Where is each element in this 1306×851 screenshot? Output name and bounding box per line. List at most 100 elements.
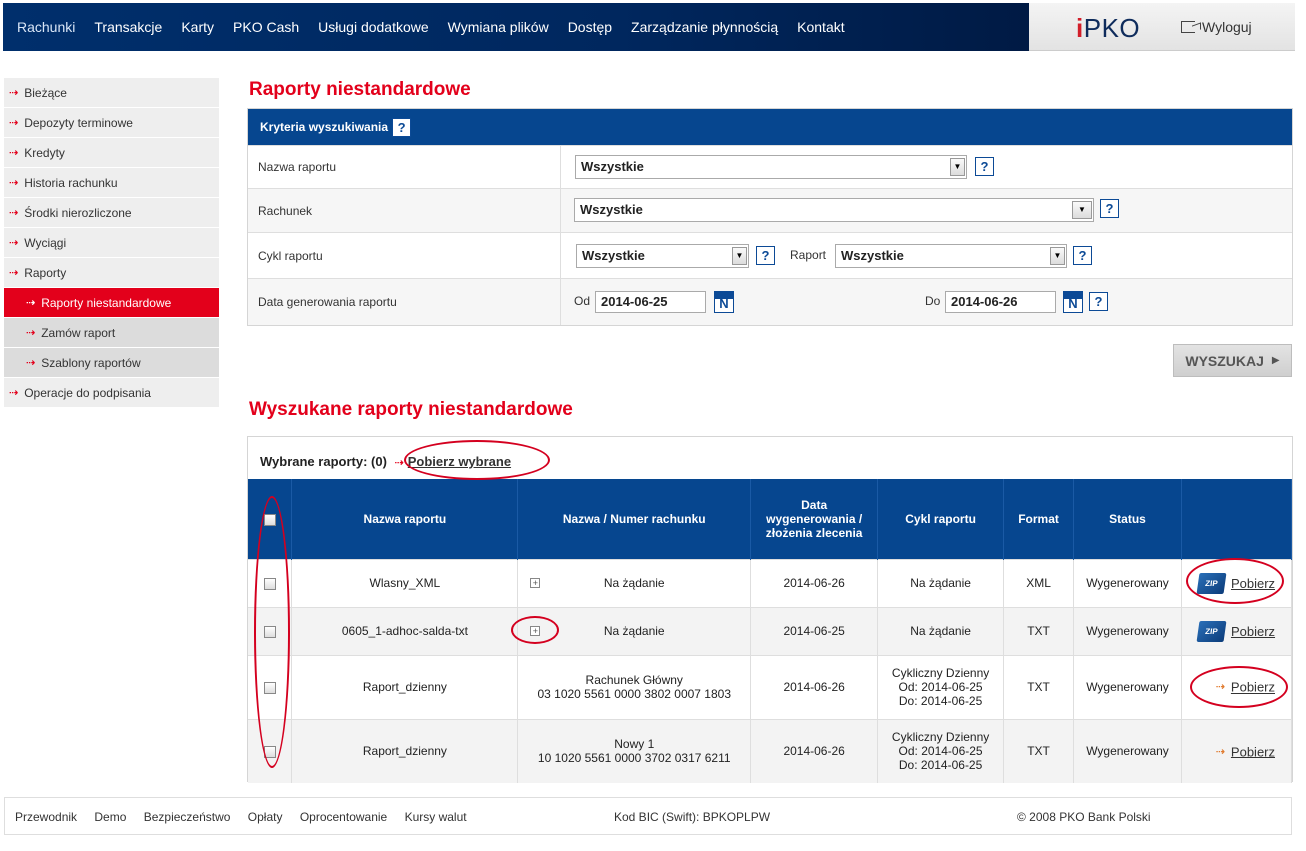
select-all-checkbox[interactable] bbox=[263, 513, 276, 526]
logout-label: Wyloguj bbox=[1202, 19, 1252, 35]
date-label: Data generowania raportu bbox=[258, 295, 397, 309]
help-icon[interactable]: ? bbox=[1073, 246, 1092, 265]
report-name-cell: 0605_1-adhoc-salda-txt bbox=[291, 606, 519, 655]
sidebar-item-kredyty[interactable]: ⇢ Kredyty bbox=[4, 138, 219, 168]
select-all-header bbox=[248, 479, 293, 559]
sidebar-item-raporty-niestandardowe[interactable]: ⇢ Raporty niestandardowe bbox=[4, 288, 219, 318]
download-link[interactable]: Pobierz bbox=[1231, 744, 1275, 759]
calendar-icon[interactable]: N bbox=[1063, 291, 1083, 313]
expand-icon[interactable]: + bbox=[530, 626, 541, 636]
sidebar-item-operacje[interactable]: ⇢ Operacje do podpisania bbox=[4, 378, 219, 408]
status-cell: Wygenerowany bbox=[1073, 606, 1182, 655]
report-name-cell: Raport_dzienny bbox=[291, 718, 519, 783]
download-link[interactable]: Pobierz bbox=[1231, 680, 1275, 695]
table-row: 0605_1-adhoc-salda-txt + Na żądanie 2014-… bbox=[248, 606, 1293, 655]
cycle-select[interactable]: Wszystkie ▼ bbox=[576, 244, 749, 268]
nav-dostep[interactable]: Dostęp bbox=[568, 19, 612, 35]
nav-zarzadzanie-plynnoscia[interactable]: Zarządzanie płynnością bbox=[631, 19, 778, 35]
table-row: Raport_dzienny Rachunek Główny 03 1020 55… bbox=[248, 654, 1293, 719]
arrow-right-icon: ⇢ bbox=[26, 297, 36, 309]
table-row: Wlasny_XML + Na żądanie 2014-06-26 Na żąd… bbox=[248, 558, 1293, 607]
footer-link-oprocentowanie[interactable]: Oprocentowanie bbox=[300, 810, 387, 824]
help-icon[interactable]: ? bbox=[1089, 292, 1108, 311]
sidebar-item-zamow-raport[interactable]: ⇢ Zamów raport bbox=[4, 318, 219, 348]
status-cell: Wygenerowany bbox=[1073, 718, 1182, 783]
chevron-down-icon: ▼ bbox=[732, 247, 747, 265]
footer-link-bezpieczenstwo[interactable]: Bezpieczeństwo bbox=[144, 810, 231, 824]
search-button-label: WYSZUKAJ bbox=[1185, 352, 1264, 369]
col-generated-date: Data wygenerowania / złożenia zlecenia bbox=[750, 479, 879, 559]
nav-wymiana-plikow[interactable]: Wymiana plików bbox=[448, 19, 549, 35]
nav-uslugi-dodatkowe[interactable]: Usługi dodatkowe bbox=[318, 19, 429, 35]
nav-transakcje[interactable]: Transakcje bbox=[94, 19, 162, 35]
footer-bic: Kod BIC (Swift): BPKOPLPW bbox=[614, 810, 771, 824]
logout-button[interactable]: Wyloguj bbox=[1181, 19, 1252, 35]
col-report-name: Nazwa raportu bbox=[291, 479, 519, 559]
help-icon[interactable]: ? bbox=[1100, 199, 1119, 218]
nav-pko-cash[interactable]: PKO Cash bbox=[233, 19, 299, 35]
footer-link-kursy-walut[interactable]: Kursy walut bbox=[405, 810, 467, 824]
nav-kontakt[interactable]: Kontakt bbox=[797, 19, 844, 35]
arrow-right-icon: ⇢ bbox=[26, 357, 36, 369]
chevron-down-icon: ▼ bbox=[950, 158, 965, 176]
footer-link-demo[interactable]: Demo bbox=[94, 810, 126, 824]
table-row: Raport_dzienny Nowy 1 10 1020 5561 0000 3… bbox=[248, 718, 1293, 783]
nav-karty[interactable]: Karty bbox=[181, 19, 214, 35]
row-checkbox[interactable] bbox=[263, 625, 276, 638]
row-checkbox[interactable] bbox=[263, 746, 276, 759]
sidebar-item-srodki[interactable]: ⇢ Środki nierozliczone bbox=[4, 198, 219, 228]
footer: Przewodnik Demo Bezpieczeństwo Opłaty Op… bbox=[4, 797, 1292, 835]
report-name-select[interactable]: Wszystkie ▼ bbox=[575, 155, 967, 179]
top-nav: Rachunki Transakcje Karty PKO Cash Usług… bbox=[17, 3, 864, 51]
download-link[interactable]: Pobierz bbox=[1231, 624, 1275, 639]
sidebar-item-raporty[interactable]: ⇢ Raporty bbox=[4, 258, 219, 288]
row-checkbox-cell bbox=[248, 654, 293, 719]
arrow-right-icon: ⇢ bbox=[9, 147, 19, 159]
calendar-icon[interactable]: N bbox=[714, 291, 734, 313]
status-cell: Wygenerowany bbox=[1073, 654, 1182, 719]
download-link[interactable]: Pobierz bbox=[1231, 576, 1275, 591]
col-status: Status bbox=[1073, 479, 1182, 559]
zip-file-icon: ZIP bbox=[1196, 572, 1227, 594]
arrow-right-icon: ⇢ bbox=[9, 87, 19, 99]
account-cell: + Na żądanie bbox=[517, 558, 752, 607]
format-cell: TXT bbox=[1003, 606, 1075, 655]
account-select[interactable]: Wszystkie ▼ bbox=[574, 198, 1094, 222]
sidebar-item-depozyty[interactable]: ⇢ Depozyty terminowe bbox=[4, 108, 219, 138]
sidebar-item-biezace[interactable]: ⇢ Bieżące bbox=[4, 78, 219, 108]
search-button[interactable]: WYSZUKAJ ▶ bbox=[1173, 344, 1292, 377]
cycle-cell: Cykliczny Dzienny Od: 2014-06-25 Do: 2014-… bbox=[877, 718, 1005, 783]
row-checkbox-cell bbox=[248, 558, 293, 607]
table-header-row: Nazwa raportu Nazwa / Numer rachunku Dat… bbox=[248, 479, 1293, 559]
help-icon[interactable]: ? bbox=[975, 157, 994, 176]
selected-count: Wybrane raporty: (0) bbox=[260, 454, 387, 469]
row-checkbox[interactable] bbox=[263, 577, 276, 590]
date-from-input[interactable]: 2014-06-25 bbox=[595, 291, 706, 313]
top-navigation-bar: Rachunki Transakcje Karty PKO Cash Usług… bbox=[3, 3, 1029, 51]
chevron-down-icon: ▼ bbox=[1072, 201, 1092, 219]
arrow-right-icon: ⇢ bbox=[9, 387, 19, 399]
footer-link-przewodnik[interactable]: Przewodnik bbox=[15, 810, 77, 824]
sidebar-item-szablony[interactable]: ⇢ Szablony raportów bbox=[4, 348, 219, 378]
help-icon[interactable]: ? bbox=[392, 117, 412, 137]
row-checkbox-cell bbox=[248, 606, 293, 655]
row-cycle: Cykl raportu Wszystkie ▼ ? Raport Wszyst… bbox=[248, 232, 1292, 278]
results-title: Wyszukane raporty niestandardowe bbox=[249, 399, 573, 420]
help-icon[interactable]: ? bbox=[756, 246, 775, 265]
sidebar-item-wyciagi[interactable]: ⇢ Wyciągi bbox=[4, 228, 219, 258]
download-selected-link[interactable]: Pobierz wybrane bbox=[408, 454, 511, 469]
footer-link-oplaty[interactable]: Opłaty bbox=[248, 810, 283, 824]
col-actions bbox=[1181, 479, 1293, 559]
col-format: Format bbox=[1003, 479, 1075, 559]
date-to-input[interactable]: 2014-06-26 bbox=[945, 291, 1056, 313]
cycle-cell: Na żądanie bbox=[877, 606, 1005, 655]
col-account: Nazwa / Numer rachunku bbox=[517, 479, 752, 559]
sidebar-item-historia[interactable]: ⇢ Historia rachunku bbox=[4, 168, 219, 198]
sidebar: ⇢ Bieżące ⇢ Depozyty terminowe ⇢ Kredyty ⇢ H… bbox=[4, 78, 219, 408]
nav-rachunki[interactable]: Rachunki bbox=[17, 19, 75, 35]
report-select[interactable]: Wszystkie ▼ bbox=[835, 244, 1067, 268]
expand-icon[interactable]: + bbox=[530, 578, 541, 588]
row-checkbox[interactable] bbox=[263, 681, 276, 694]
cycle-label: Cykl raportu bbox=[258, 248, 323, 263]
cycle-cell: Na żądanie bbox=[877, 558, 1005, 607]
